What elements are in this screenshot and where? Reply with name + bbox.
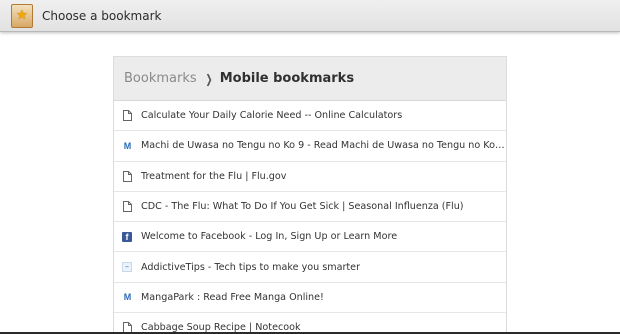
bookmark-title: Welcome to Facebook - Log In, Sign Up or… <box>141 231 398 243</box>
breadcrumb-current: Mobile bookmarks <box>219 71 355 86</box>
bookmark-title: CDC - The Flu: What To Do If You Get Sic… <box>141 201 464 213</box>
bookmark-title: Machi de Uwasa no Tengu no Ko 9 - Read M… <box>141 140 506 152</box>
bookmark-title: Calculate Your Daily Calorie Need -- Onl… <box>141 110 403 122</box>
bookmark-title: AddictiveTips - Tech tips to make you sm… <box>141 261 361 273</box>
list-item[interactable]: Treatment for the Flu | Flu.gov <box>114 162 506 192</box>
bookmark-title: Treatment for the Flu | Flu.gov <box>141 170 287 182</box>
page-icon <box>121 201 133 213</box>
title-bar: ★ Choose a bookmark <box>0 0 620 32</box>
list-item[interactable]: Cabbage Soup Recipe | Notecook <box>114 313 506 334</box>
mangapark-icon: M <box>123 292 132 303</box>
bookmarks-panel: Bookmarks ❯ Mobile bookmarks Calculate Y… <box>113 56 507 334</box>
list-item[interactable]: – AddictiveTips - Tech tips to make you … <box>114 252 506 283</box>
list-item[interactable]: CDC - The Flu: What To Do If You Get Sic… <box>114 192 506 223</box>
bookmark-list: Calculate Your Daily Calorie Need -- Onl… <box>114 101 506 334</box>
list-item[interactable]: f Welcome to Facebook - Log In, Sign Up … <box>114 222 506 253</box>
page-icon <box>121 110 133 122</box>
breadcrumb-parent[interactable]: Bookmarks <box>124 71 197 86</box>
breadcrumb: Bookmarks ❯ Mobile bookmarks <box>114 57 506 101</box>
mangapark-icon: M <box>123 140 132 151</box>
list-item[interactable]: M MangaPark : Read Free Manga Online! <box>114 283 506 314</box>
chevron-right-icon: ❯ <box>205 71 213 86</box>
page-icon <box>121 170 133 182</box>
addictivetips-icon: – <box>121 261 133 273</box>
window-title: Choose a bookmark <box>42 8 162 23</box>
list-item[interactable]: Calculate Your Daily Calorie Need -- Onl… <box>114 101 506 132</box>
star-bookmark-icon: ★ <box>11 3 33 28</box>
bookmark-title: MangaPark : Read Free Manga Online! <box>141 291 324 303</box>
list-item[interactable]: M Machi de Uwasa no Tengu no Ko 9 - Read… <box>114 131 506 162</box>
facebook-icon: f <box>121 231 133 243</box>
